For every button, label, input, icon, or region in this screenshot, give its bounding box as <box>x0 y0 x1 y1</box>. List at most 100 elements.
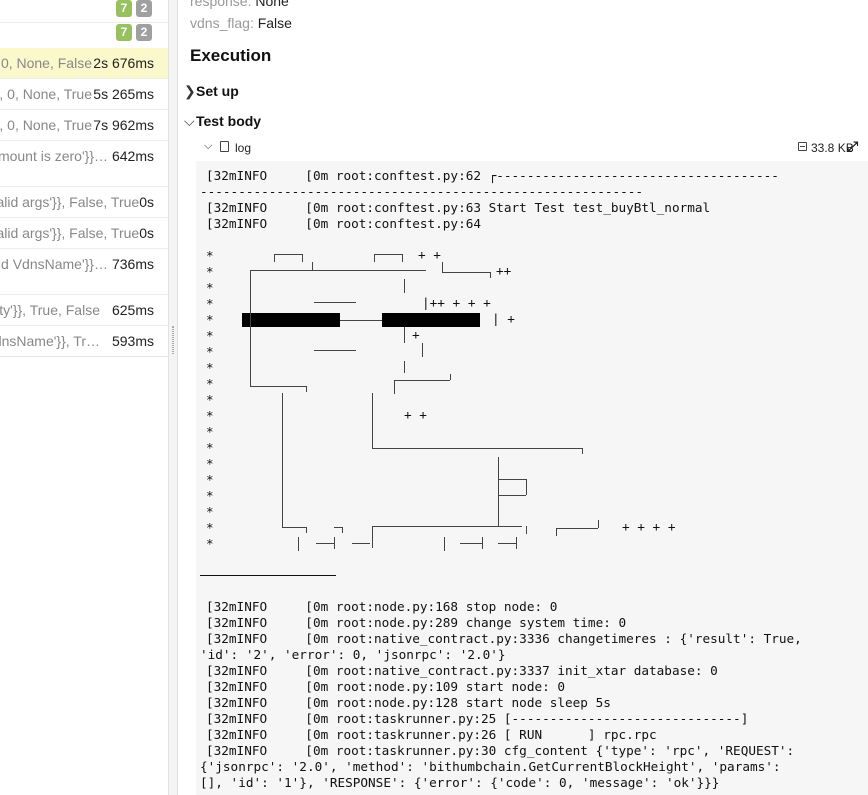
test-body-label: Test body <box>196 113 262 129</box>
ascii-line <box>394 380 450 381</box>
separator-rule <box>200 575 336 576</box>
ascii-line <box>282 393 283 527</box>
parameter-vdns-flag: vdns_flag: False <box>190 15 292 31</box>
test-case-row[interactable]: alid args'}}, False, True0s <box>0 218 168 249</box>
drag-handle-icon[interactable] <box>172 326 174 354</box>
log-line: [32mINFO [0m root:taskrunner.py:30 cfg_c… <box>206 743 795 758</box>
parameter-response: response: None <box>190 0 289 9</box>
test-params: 0, None, False <box>0 55 92 71</box>
log-line: [32mINFO [0m root:native_contract.py:333… <box>206 663 718 678</box>
log-line: 'id': '2', 'error': 0, 'jsonrpc': '2.0'} <box>200 647 506 662</box>
ascii-mark: ++ <box>496 263 512 278</box>
test-duration: 593ms <box>111 333 154 349</box>
test-case-row[interactable]: pty'}}, True, False 625ms <box>0 295 168 326</box>
ascii-star: * <box>206 536 214 551</box>
ascii-star: * <box>206 408 214 423</box>
test-case-row[interactable]: mount is zero'}}… 642ms <box>0 141 168 187</box>
param-key: response <box>190 0 248 9</box>
test-params: , 0, None, True <box>0 117 92 133</box>
ascii-line <box>334 527 342 528</box>
log-line: [], 'id': '1'}, 'RESPONSE': {'error': {'… <box>200 775 720 790</box>
ascii-star: * <box>206 440 214 455</box>
ascii-line <box>582 448 583 454</box>
param-key: vdns_flag <box>190 15 250 31</box>
test-params: id VdnsName'}}… <box>0 256 108 272</box>
ascii-line <box>516 537 517 549</box>
test-case-row[interactable]: alid args'}}, False, True0s <box>0 187 168 218</box>
setup-label: Set up <box>196 83 239 99</box>
ascii-line <box>372 393 373 449</box>
test-case-row[interactable]: id VdnsName'}}… 736ms <box>0 249 168 295</box>
ascii-line <box>394 380 395 394</box>
test-case-row[interactable]: , 0, None, True 7s 962ms <box>0 110 168 141</box>
test-case-row[interactable]: dnsName'}}, Tr… 593ms <box>0 326 168 357</box>
ascii-mark: + <box>412 327 420 342</box>
log-attachment-header[interactable]: ⌵ log 33.8 KB ⤢ <box>204 138 868 159</box>
ascii-line <box>282 527 306 528</box>
ascii-star: * <box>206 344 214 359</box>
ascii-line <box>374 254 402 255</box>
ascii-mark: | + <box>492 311 515 326</box>
test-results-list: 7 2 7 2 0, None, False 2s 676ms , 0, Non… <box>0 0 168 795</box>
test-duration: 5s 265ms <box>93 86 154 102</box>
ascii-star: * <box>206 312 214 327</box>
ascii-line <box>306 386 307 392</box>
panel-splitter[interactable] <box>168 0 178 795</box>
ascii-line <box>372 526 522 527</box>
log-line: [32mINFO [0m root:node.py:289 change sys… <box>206 615 627 630</box>
ascii-line <box>450 374 451 380</box>
ascii-mark: + + <box>418 247 441 262</box>
test-duration: 7s 962ms <box>93 117 154 133</box>
save-icon[interactable] <box>798 142 807 151</box>
log-line: [32mINFO [0m root:taskrunner.py:26 [ RUN… <box>206 727 657 742</box>
skipped-count-badge: 2 <box>136 0 152 17</box>
test-duration: 0s <box>139 225 154 241</box>
expand-icon[interactable]: ⤢ <box>847 138 858 155</box>
test-body-section-toggle[interactable]: ⌵Test body <box>184 113 261 130</box>
chevron-down-icon[interactable]: ⌵ <box>204 140 212 153</box>
test-duration: 736ms <box>111 256 154 272</box>
test-params: alid args'}}, False, True0s <box>0 225 154 241</box>
test-details-pane: response: None vdns_flag: False Executio… <box>178 0 868 795</box>
setup-section-toggle[interactable]: ❯Set up <box>184 83 239 100</box>
test-case-row[interactable]: 0, None, False 2s 676ms <box>0 48 168 79</box>
ascii-line <box>302 254 303 262</box>
ascii-line <box>598 520 599 528</box>
test-params: dnsName'}}, Tr… <box>0 333 100 349</box>
ascii-mark: + + + + <box>622 519 676 534</box>
test-params: mount is zero'}}… <box>0 148 108 164</box>
log-line: {'jsonrpc': '2.0', 'method': 'bithumbcha… <box>200 759 781 774</box>
file-icon <box>220 141 229 152</box>
suite-row[interactable]: 7 2 <box>0 23 168 49</box>
ascii-line <box>334 537 335 549</box>
skipped-count-badge: 2 <box>136 24 152 41</box>
execution-title: Execution <box>190 46 272 65</box>
attachment-name: log <box>235 141 252 155</box>
test-duration: 0s <box>139 194 154 210</box>
ascii-star: * <box>206 520 214 535</box>
chevron-down-icon: ⌵ <box>184 113 195 129</box>
ascii-line <box>444 537 445 551</box>
test-duration: 625ms <box>111 302 154 318</box>
test-case-row[interactable]: , 0, None, True 5s 265ms <box>0 79 168 110</box>
log-line: [32mINFO [0m root:taskrunner.py:25 [----… <box>206 711 749 726</box>
ascii-line <box>498 457 499 527</box>
log-line: [32mINFO [0m root:native_contract.py:333… <box>206 631 802 646</box>
suite-row[interactable]: 7 2 <box>0 0 168 23</box>
ascii-line <box>342 527 343 533</box>
test-params: pty'}}, True, False <box>0 302 100 318</box>
ascii-star: * <box>206 360 214 375</box>
ascii-star: * <box>206 504 214 519</box>
test-params: alid args'}}, False, True0s <box>0 194 154 210</box>
log-line: [32mINFO [0m root:node.py:109 start node… <box>206 679 566 694</box>
log-line: [32mINFO [0m root:conftest.py:62 ┌------… <box>206 168 779 183</box>
ascii-star: * <box>206 280 214 295</box>
ascii-star: * <box>206 424 214 439</box>
ascii-star: * <box>206 472 214 487</box>
ascii-line <box>490 272 491 278</box>
ascii-line <box>316 543 334 544</box>
param-value: False <box>257 15 292 31</box>
ascii-star: * <box>206 456 214 471</box>
ascii-star: * <box>206 328 214 343</box>
ascii-line <box>556 528 598 529</box>
